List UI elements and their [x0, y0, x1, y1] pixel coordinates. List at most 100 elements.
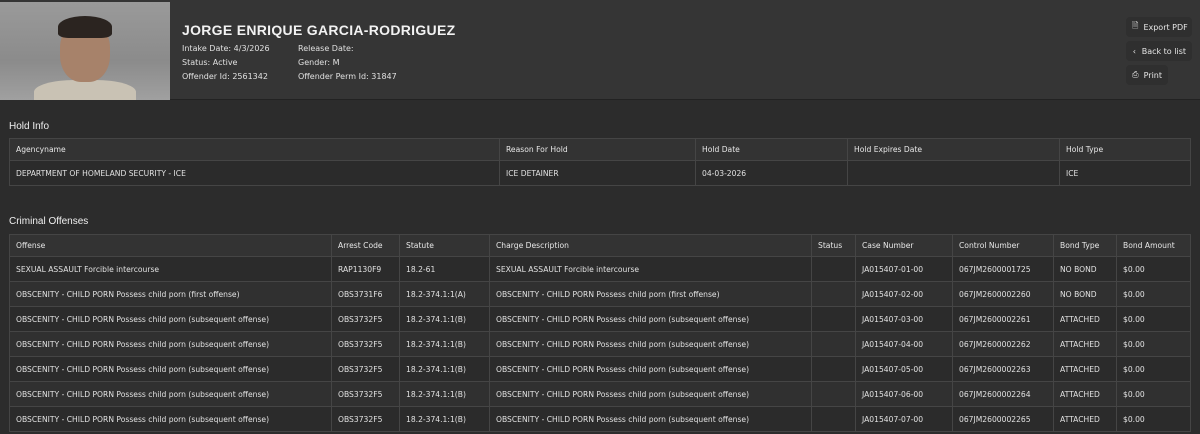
perm-id: Offender Perm Id: 31847 [298, 72, 397, 81]
criminal-offenses-table: Offense Arrest Code Statute Charge Descr… [9, 234, 1191, 432]
hold-info-table: Agencyname Reason For Hold Hold Date Hol… [9, 138, 1191, 186]
table-cell: ATTACHED [1053, 381, 1117, 407]
print-label: Print [1143, 70, 1162, 80]
table-cell: SEXUAL ASSAULT Forcible intercourse [489, 256, 812, 282]
column-header: Charge Description [489, 234, 812, 257]
table-row: OBSCENITY - CHILD PORN Possess child por… [9, 356, 1191, 382]
gender-label: Gender: [298, 58, 331, 67]
table-cell: SEXUAL ASSAULT Forcible intercourse [9, 256, 332, 282]
table-cell: 067JM2600002263 [952, 356, 1054, 382]
column-header: Reason For Hold [499, 138, 696, 161]
table-cell: 067JM2600002261 [952, 306, 1054, 332]
table-row: OBSCENITY - CHILD PORN Possess child por… [9, 281, 1191, 307]
table-row: OBSCENITY - CHILD PORN Possess child por… [9, 406, 1191, 432]
status: Status: Active [182, 58, 237, 67]
column-header: Case Number [855, 234, 953, 257]
hold-info-header-row: Agencyname Reason For Hold Hold Date Hol… [9, 138, 1191, 161]
header-actions: 🗎 Export PDF ‹ Back to list ⎙ Print [1126, 17, 1192, 89]
back-to-list-label: Back to list [1141, 46, 1186, 56]
table-row: OBSCENITY - CHILD PORN Possess child por… [9, 306, 1191, 332]
export-pdf-button[interactable]: 🗎 Export PDF [1126, 17, 1192, 37]
offender-id-label: Offender Id: [182, 72, 230, 81]
table-cell: ATTACHED [1053, 331, 1117, 357]
table-cell: 067JM2600002264 [952, 381, 1054, 407]
table-cell: OBSCENITY - CHILD PORN Possess child por… [489, 306, 812, 332]
table-row: OBSCENITY - CHILD PORN Possess child por… [9, 381, 1191, 407]
table-cell: 18.2-374.1:1(A) [399, 281, 490, 307]
printer-icon: ⎙ [1132, 70, 1139, 79]
column-header: Status [811, 234, 856, 257]
offender-header: JORGE ENRIQUE GARCIA-RODRIGUEZ Intake Da… [0, 0, 1200, 100]
table-cell: 18.2-374.1:1(B) [399, 381, 490, 407]
table-cell: ATTACHED [1053, 306, 1117, 332]
table-cell: $0.00 [1116, 331, 1191, 357]
table-cell [811, 406, 856, 432]
status-value: Active [212, 58, 238, 67]
table-cell: NO BOND [1053, 281, 1117, 307]
gender: Gender: M [298, 58, 340, 67]
table-cell: JA015407-05-00 [855, 356, 953, 382]
table-cell: JA015407-06-00 [855, 381, 953, 407]
table-cell [811, 256, 856, 282]
column-header: Hold Type [1059, 138, 1191, 161]
status-label: Status: [182, 58, 211, 67]
table-cell: NO BOND [1053, 256, 1117, 282]
table-cell: RAP1130F9 [331, 256, 400, 282]
table-cell [811, 356, 856, 382]
column-header: Offense [9, 234, 332, 257]
table-row: OBSCENITY - CHILD PORN Possess child por… [9, 331, 1191, 357]
table-cell: OBSCENITY - CHILD PORN Possess child por… [489, 381, 812, 407]
table-cell: OBSCENITY - CHILD PORN Possess child por… [9, 356, 332, 382]
table-cell: JA015407-02-00 [855, 281, 953, 307]
column-header: Bond Type [1053, 234, 1117, 257]
table-cell: OBS3732F5 [331, 331, 400, 357]
table-cell: DEPARTMENT OF HOMELAND SECURITY - ICE [9, 160, 500, 186]
intake-date: Intake Date: 4/3/2026 [182, 44, 270, 53]
column-header: Hold Expires Date [847, 138, 1060, 161]
photo-hair [58, 16, 112, 38]
intake-date-value: 4/3/2026 [233, 44, 270, 53]
back-to-list-button[interactable]: ‹ Back to list [1126, 41, 1192, 61]
table-cell: 067JM2600002262 [952, 331, 1054, 357]
table-cell: OBSCENITY - CHILD PORN Possess child por… [9, 306, 332, 332]
table-cell: OBS3732F5 [331, 381, 400, 407]
column-header: Agencyname [9, 138, 500, 161]
table-cell: OBSCENITY - CHILD PORN Possess child por… [9, 381, 332, 407]
table-cell [811, 281, 856, 307]
perm-id-value: 31847 [371, 72, 397, 81]
table-cell [811, 306, 856, 332]
offender-photo [0, 2, 170, 100]
print-button[interactable]: ⎙ Print [1126, 65, 1168, 85]
table-cell: OBS3732F5 [331, 406, 400, 432]
table-cell: OBSCENITY - CHILD PORN Possess child por… [489, 331, 812, 357]
table-cell: 18.2-374.1:1(B) [399, 356, 490, 382]
criminal-offenses-title: Criminal Offenses [9, 216, 89, 227]
offender-id-value: 2561342 [232, 72, 268, 81]
table-cell: OBSCENITY - CHILD PORN Possess child por… [489, 406, 812, 432]
table-cell: 18.2-61 [399, 256, 490, 282]
table-cell [811, 381, 856, 407]
table-cell: OBS3731F6 [331, 281, 400, 307]
chevron-left-icon: ‹ [1132, 46, 1136, 56]
table-cell: $0.00 [1116, 281, 1191, 307]
table-cell: JA015407-07-00 [855, 406, 953, 432]
table-cell: OBSCENITY - CHILD PORN Possess child por… [9, 331, 332, 357]
column-header: Control Number [952, 234, 1054, 257]
hold-info-title: Hold Info [9, 121, 50, 132]
table-cell: JA015407-03-00 [855, 306, 953, 332]
table-cell [847, 160, 1060, 186]
offender-id: Offender Id: 2561342 [182, 72, 268, 81]
table-cell: OBS3732F5 [331, 356, 400, 382]
export-pdf-label: Export PDF [1143, 22, 1188, 32]
perm-id-label: Offender Perm Id: [298, 72, 369, 81]
table-cell: JA015407-01-00 [855, 256, 953, 282]
table-cell: 18.2-374.1:1(B) [399, 306, 490, 332]
table-cell: 04-03-2026 [695, 160, 848, 186]
table-cell: ICE [1059, 160, 1191, 186]
table-cell: OBSCENITY - CHILD PORN Possess child por… [489, 356, 812, 382]
column-header: Arrest Code [331, 234, 400, 257]
column-header: Statute [399, 234, 490, 257]
criminal-offenses-header-row: Offense Arrest Code Statute Charge Descr… [9, 234, 1191, 257]
offender-name: JORGE ENRIQUE GARCIA-RODRIGUEZ [182, 22, 456, 38]
intake-date-label: Intake Date: [182, 44, 232, 53]
